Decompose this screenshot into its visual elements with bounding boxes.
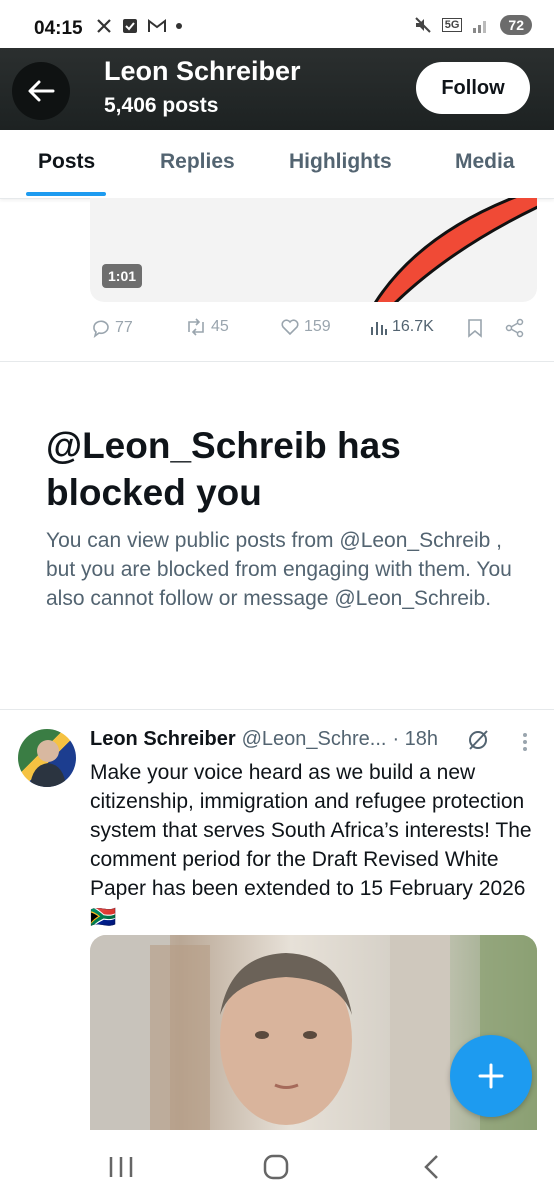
status-time: 04:15 <box>34 18 83 39</box>
compose-icon <box>478 1063 504 1089</box>
tweet-time: · 18h <box>392 728 439 750</box>
more-icon[interactable] <box>522 732 528 752</box>
recent-apps-icon[interactable] <box>108 1155 134 1179</box>
divider <box>0 709 554 710</box>
tweet-header: Leon Schreiber @Leon_Schre... · 18h <box>90 728 438 751</box>
like-button[interactable]: 159 <box>280 318 331 336</box>
views-icon <box>371 322 387 335</box>
back-arrow-icon <box>28 80 55 102</box>
like-icon <box>281 319 299 336</box>
views-count: 16.7K <box>392 318 434 335</box>
system-icons: 5G 72 <box>414 15 532 35</box>
grok-icon[interactable] <box>466 728 490 752</box>
active-tab-indicator <box>26 192 106 196</box>
x-logo-icon <box>97 19 111 33</box>
header-name: Leon Schreiber <box>104 56 301 86</box>
tab-posts[interactable]: Posts <box>38 150 95 174</box>
compose-button[interactable] <box>450 1035 532 1117</box>
reply-icon <box>93 320 109 338</box>
back-button[interactable] <box>12 62 70 120</box>
repost-button[interactable]: 45 <box>185 318 229 336</box>
reply-button[interactable]: 77 <box>91 318 133 338</box>
tweet-text: Make your voice heard as we build a new … <box>90 761 532 929</box>
like-count: 159 <box>304 318 331 335</box>
bookmark-icon <box>468 319 482 338</box>
battery-indicator: 72 <box>500 15 532 35</box>
blocked-title: @Leon_Schreib has blocked you <box>46 425 401 513</box>
views-button[interactable]: 16.7K <box>370 318 434 336</box>
blocked-description: You can view public posts from @Leon_Sch… <box>46 529 512 610</box>
repost-icon <box>188 318 204 336</box>
follow-button[interactable]: Follow <box>416 62 530 114</box>
tweet-author-name[interactable]: Leon Schreiber <box>90 728 236 751</box>
video-graphic <box>374 198 537 302</box>
avatar[interactable] <box>18 729 76 787</box>
home-icon[interactable] <box>263 1154 289 1180</box>
reply-count: 77 <box>115 319 133 336</box>
bookmark-button[interactable] <box>467 318 483 338</box>
dot-icon <box>176 23 182 29</box>
mute-icon <box>415 17 431 33</box>
share-icon <box>505 318 524 338</box>
network-5g-icon: 5G <box>441 18 463 32</box>
video-thumbnail[interactable] <box>90 198 537 302</box>
gmail-icon <box>148 19 166 32</box>
tab-media[interactable]: Media <box>455 150 515 174</box>
repost-count: 45 <box>211 318 229 335</box>
avatar-portrait <box>30 740 66 787</box>
share-button[interactable] <box>505 318 525 338</box>
tab-replies[interactable]: Replies <box>160 150 235 174</box>
header-post-count: 5,406 posts <box>104 94 219 117</box>
divider <box>0 361 554 362</box>
signal-icon <box>473 21 487 33</box>
video-duration: 1:01 <box>102 264 143 288</box>
check-box-icon <box>123 19 137 33</box>
tab-highlights[interactable]: Highlights <box>289 150 392 174</box>
notification-icons <box>96 18 182 34</box>
back-nav-icon[interactable] <box>422 1154 440 1180</box>
tweet-author-handle[interactable]: @Leon_Schre... <box>242 728 387 751</box>
